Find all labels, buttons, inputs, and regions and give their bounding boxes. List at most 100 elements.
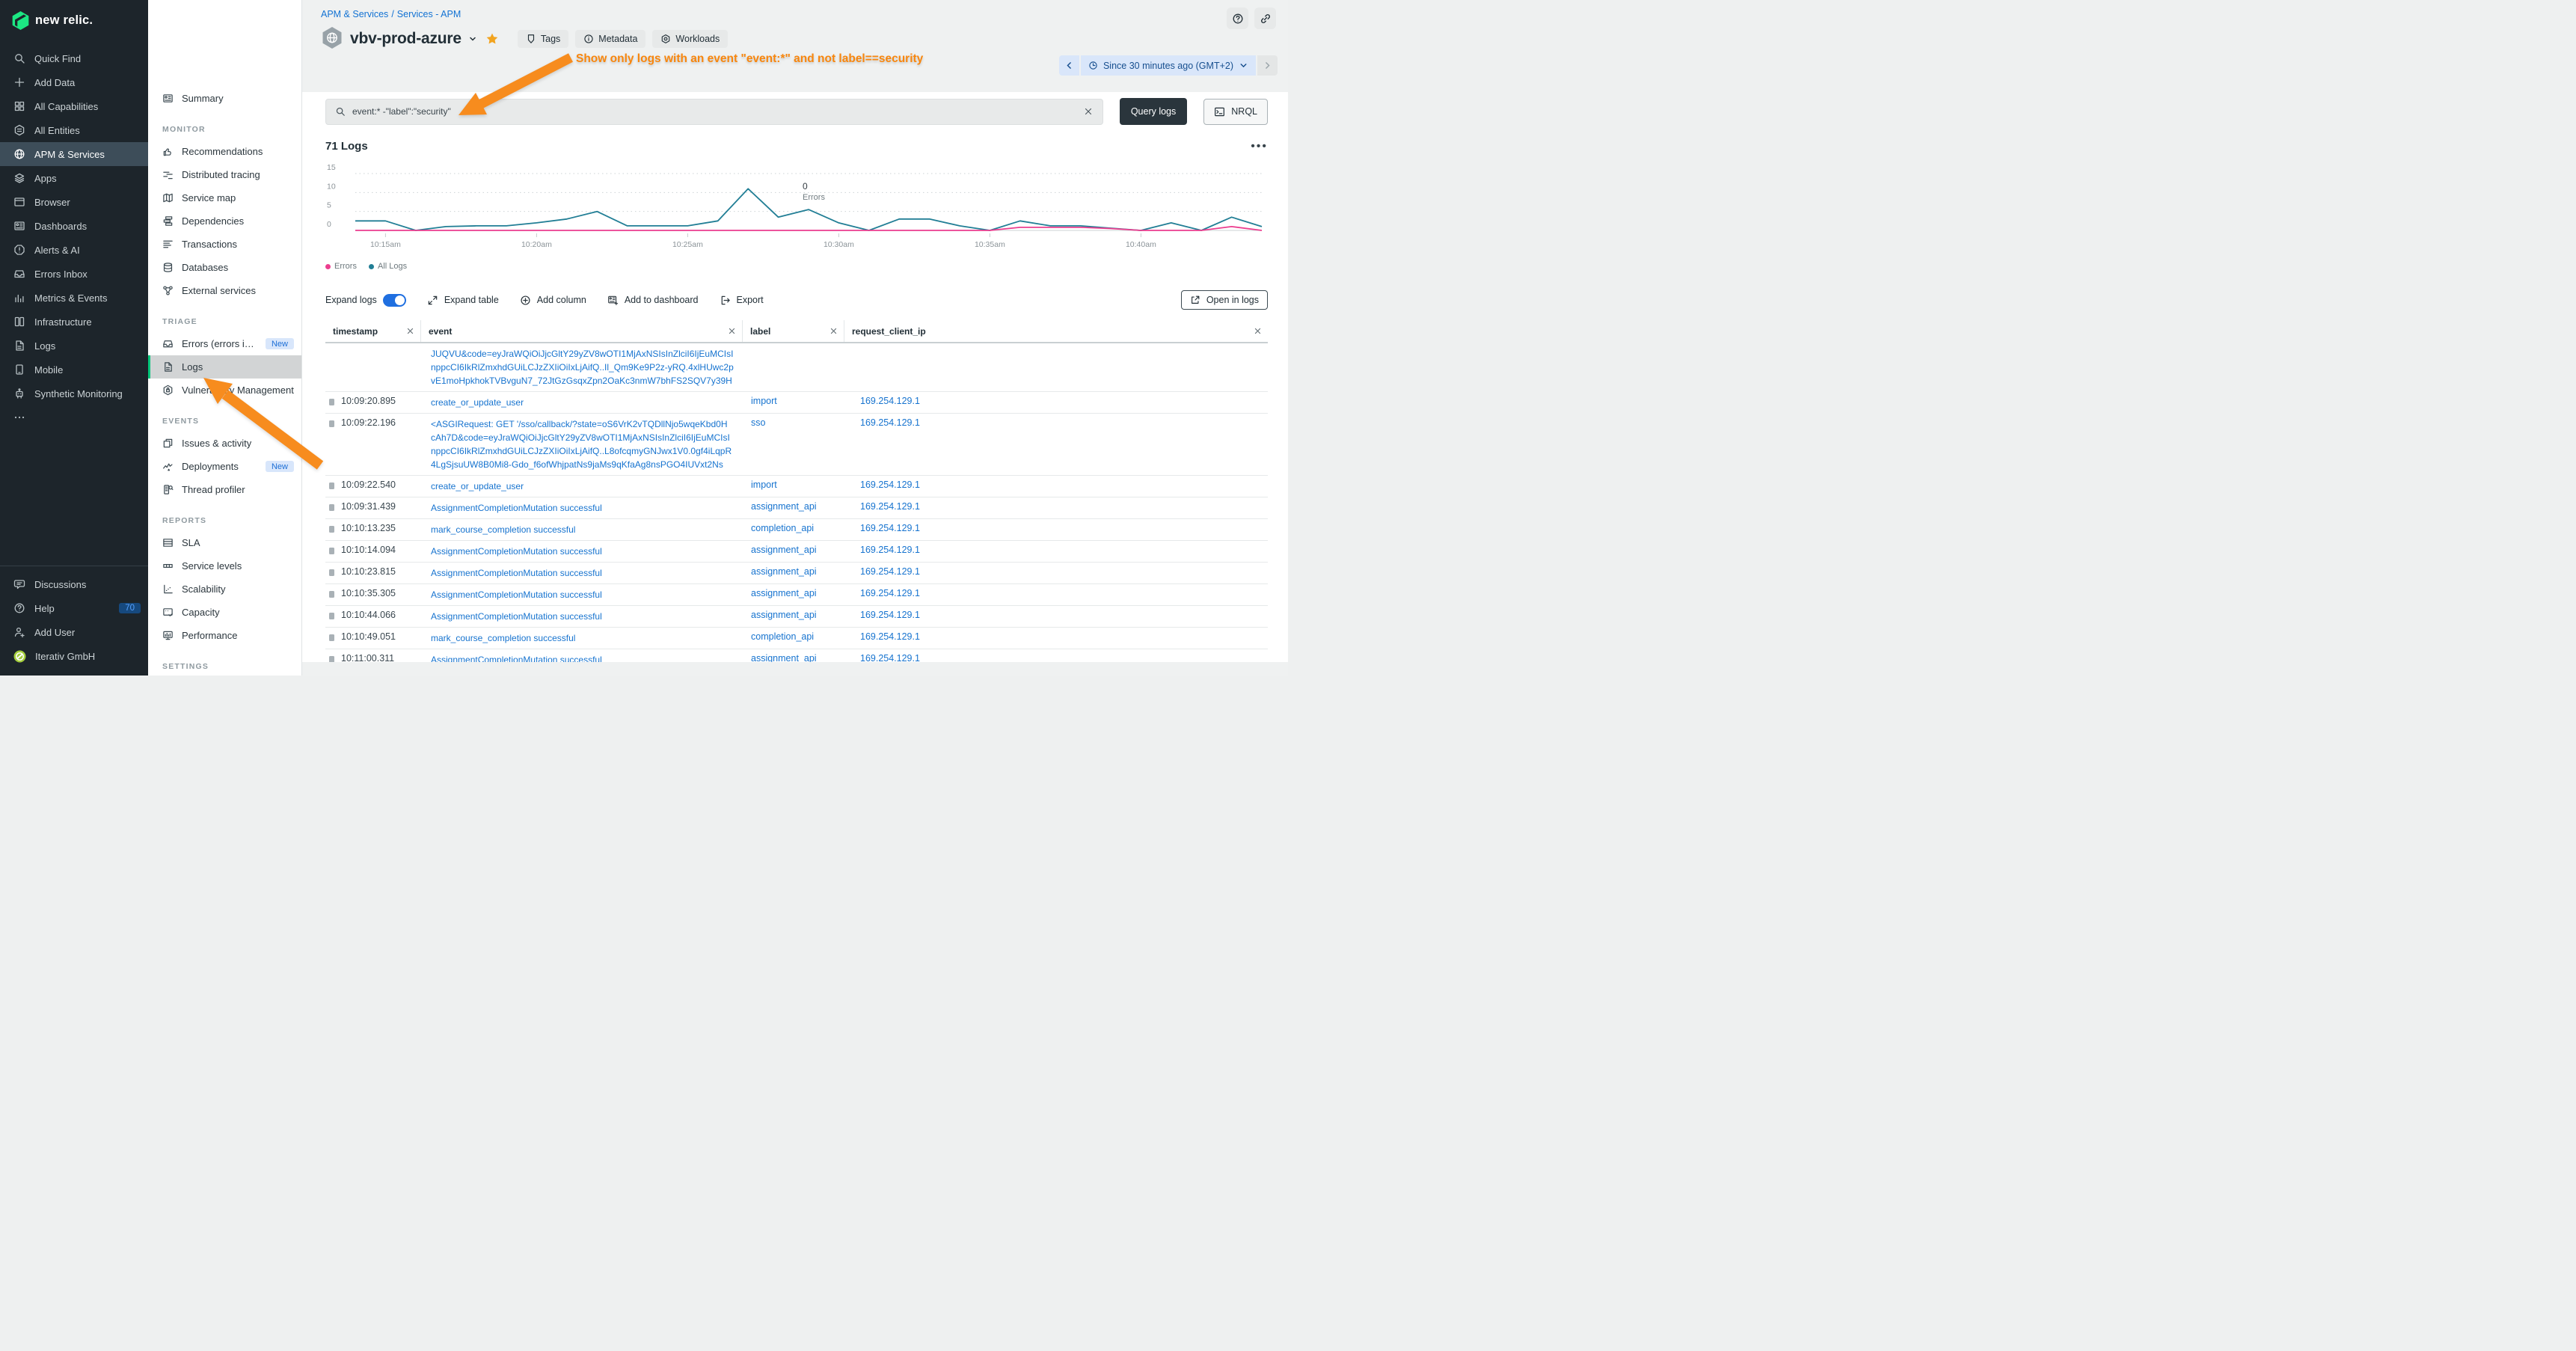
cell-request-client-ip-link[interactable]: 169.254.129.1 (844, 523, 1268, 536)
table-row[interactable]: 10:10:23.815AssignmentCompletionMutation… (325, 563, 1268, 584)
sidebar-item-all-capabilities[interactable]: All Capabilities (0, 94, 148, 118)
expand-logs-toggle[interactable]: Expand logs (325, 294, 406, 307)
time-range-button[interactable]: Since 30 minutes ago (GMT+2) (1081, 55, 1256, 76)
subnav-item-service-levels[interactable]: Service levels (148, 554, 301, 578)
cell-event-link[interactable]: AssignmentCompletionMutation successful (420, 588, 742, 601)
favorite-star-icon[interactable] (485, 32, 499, 46)
subnav-item-external-services[interactable]: External services (148, 279, 301, 302)
cell-label-link[interactable]: assignment_api (742, 566, 844, 580)
subnav-item-errors-errors-inb[interactable]: Errors (errors inb...New (148, 332, 301, 355)
subnav-item-performance[interactable]: Performance (148, 624, 301, 647)
cell-event-link[interactable]: create_or_update_user (420, 480, 742, 493)
subnav-item-recommendations[interactable]: Recommendations (148, 140, 301, 163)
subnav-item-sla[interactable]: SLA (148, 531, 301, 554)
nrql-button[interactable]: NRQL (1203, 99, 1268, 125)
add-to-dashboard-button[interactable]: Add to dashboard (607, 295, 699, 306)
cell-event-link[interactable]: mark_course_completion successful (420, 631, 742, 645)
cell-event-link[interactable]: <ASGIRequest: GET '/sso/callback/?state=… (420, 417, 742, 471)
sidebar-item-discussions[interactable]: Discussions (0, 572, 148, 596)
table-row[interactable]: 10:09:31.439AssignmentCompletionMutation… (325, 497, 1268, 519)
cell-label-link[interactable]: import (742, 480, 844, 493)
sidebar-item-help[interactable]: Help70 (0, 596, 148, 620)
cell-event-link[interactable]: AssignmentCompletionMutation successful (420, 501, 742, 515)
column-header-event[interactable]: event (420, 320, 742, 342)
table-row[interactable]: 10:11:00.311AssignmentCompletionMutation… (325, 649, 1268, 662)
sidebar-item-infrastructure[interactable]: Infrastructure (0, 310, 148, 334)
subnav-item-dependencies[interactable]: Dependencies (148, 209, 301, 233)
cell-label-link[interactable] (742, 347, 844, 387)
sidebar-item-logs[interactable]: Logs (0, 334, 148, 358)
legend-item-errors[interactable]: Errors (325, 262, 357, 271)
metadata-button[interactable]: Metadata (575, 30, 645, 48)
sidebar-item-dashboards[interactable]: Dashboards (0, 214, 148, 238)
cell-request-client-ip-link[interactable]: 169.254.129.1 (844, 610, 1268, 623)
table-row[interactable]: 10:10:49.051mark_course_completion succe… (325, 628, 1268, 649)
cell-request-client-ip-link[interactable]: 169.254.129.1 (844, 545, 1268, 558)
help-button[interactable] (1227, 7, 1248, 29)
cell-event-link[interactable]: AssignmentCompletionMutation successful (420, 545, 742, 558)
subnav-item-vulnerability-management[interactable]: Vulnerability Management (148, 379, 301, 402)
cell-label-link[interactable]: import (742, 396, 844, 409)
open-in-logs-button[interactable]: Open in logs (1181, 290, 1268, 310)
subnav-item-service-map[interactable]: Service map (148, 186, 301, 209)
table-row[interactable]: 10:10:13.235mark_course_completion succe… (325, 519, 1268, 541)
cell-event-link[interactable]: mark_course_completion successful (420, 523, 742, 536)
time-forward-button[interactable] (1257, 55, 1278, 76)
column-header-label[interactable]: label (742, 320, 844, 342)
sidebar-item-synthetic-monitoring[interactable]: Synthetic Monitoring (0, 382, 148, 405)
copy-link-button[interactable] (1254, 7, 1276, 29)
workloads-button[interactable]: Workloads (652, 30, 728, 48)
add-column-button[interactable]: Add column (520, 295, 586, 306)
cell-event-link[interactable]: AssignmentCompletionMutation successful (420, 610, 742, 623)
subnav-item-transactions[interactable]: Transactions (148, 233, 301, 256)
subnav-item-capacity[interactable]: Capacity (148, 601, 301, 624)
cell-label-link[interactable]: assignment_api (742, 545, 844, 558)
subnav-item-issues-activity[interactable]: Issues & activity (148, 432, 301, 455)
cell-request-client-ip-link[interactable]: 169.254.129.1 (844, 566, 1268, 580)
cell-label-link[interactable]: completion_api (742, 631, 844, 645)
log-query-input[interactable]: event:* -"label":"security" (325, 99, 1103, 125)
legend-item-all-logs[interactable]: All Logs (369, 262, 407, 271)
sidebar-item-add-user[interactable]: Add User (0, 620, 148, 644)
cell-event-link[interactable]: AssignmentCompletionMutation successful (420, 566, 742, 580)
clear-query-icon[interactable] (1083, 106, 1094, 117)
table-row[interactable]: 10:10:14.094AssignmentCompletionMutation… (325, 541, 1268, 563)
sidebar-item-more[interactable] (0, 405, 148, 429)
cell-request-client-ip-link[interactable]: 169.254.129.1 (844, 480, 1268, 493)
sidebar-item-all-entities[interactable]: All Entities (0, 118, 148, 142)
cell-label-link[interactable]: assignment_api (742, 588, 844, 601)
export-button[interactable]: Export (720, 295, 764, 306)
table-row[interactable]: 10:09:22.540create_or_update_userimport1… (325, 476, 1268, 497)
column-header-timestamp[interactable]: timestamp (325, 320, 420, 342)
sidebar-item-iterativ-gmbh[interactable]: Iterativ GmbH (0, 644, 148, 668)
time-picker[interactable]: Since 30 minutes ago (GMT+2) (1059, 55, 1278, 76)
cell-request-client-ip-link[interactable]: 169.254.129.1 (844, 631, 1268, 645)
time-back-button[interactable] (1059, 55, 1079, 76)
table-row[interactable]: 10:09:20.895create_or_update_userimport1… (325, 392, 1268, 414)
cell-event-link[interactable]: JUQVU&code=eyJraWQiOiJjcGltY29yZV8wOTI1M… (420, 347, 742, 387)
cell-event-link[interactable]: AssignmentCompletionMutation successful (420, 653, 742, 662)
subnav-item-deployments[interactable]: DeploymentsNew (148, 455, 301, 478)
cell-label-link[interactable]: sso (742, 417, 844, 471)
subnav-item-databases[interactable]: Databases (148, 256, 301, 279)
sidebar-item-metrics-events[interactable]: Metrics & Events (0, 286, 148, 310)
sidebar-item-apm-services[interactable]: APM & Services (0, 142, 148, 166)
sidebar-item-alerts-ai[interactable]: Alerts & AI (0, 238, 148, 262)
table-row[interactable]: 10:10:35.305AssignmentCompletionMutation… (325, 584, 1268, 606)
tags-button[interactable]: Tags (518, 30, 568, 48)
cell-label-link[interactable]: assignment_api (742, 501, 844, 515)
toggle-on-icon[interactable] (383, 294, 406, 307)
cell-request-client-ip-link[interactable]: 169.254.129.1 (844, 501, 1268, 515)
subnav-item-distributed-tracing[interactable]: Distributed tracing (148, 163, 301, 186)
subnav-item-scalability[interactable]: Scalability (148, 578, 301, 601)
entity-chevron-down-icon[interactable] (468, 34, 477, 43)
panel-more-menu[interactable]: ••• (1251, 143, 1268, 150)
breadcrumb-apm-services[interactable]: APM & Services (321, 9, 388, 19)
remove-column-icon[interactable] (829, 327, 838, 335)
sidebar-item-browser[interactable]: Browser (0, 190, 148, 214)
logs-chart[interactable]: 05101510:15am10:20am10:25am10:30am10:35a… (325, 165, 1268, 252)
sidebar-item-quick-find[interactable]: Quick Find (0, 46, 148, 70)
cell-request-client-ip-link[interactable]: 169.254.129.1 (844, 396, 1268, 409)
sidebar-item-mobile[interactable]: Mobile (0, 358, 148, 382)
subnav-item-thread-profiler[interactable]: Thread profiler (148, 478, 301, 501)
